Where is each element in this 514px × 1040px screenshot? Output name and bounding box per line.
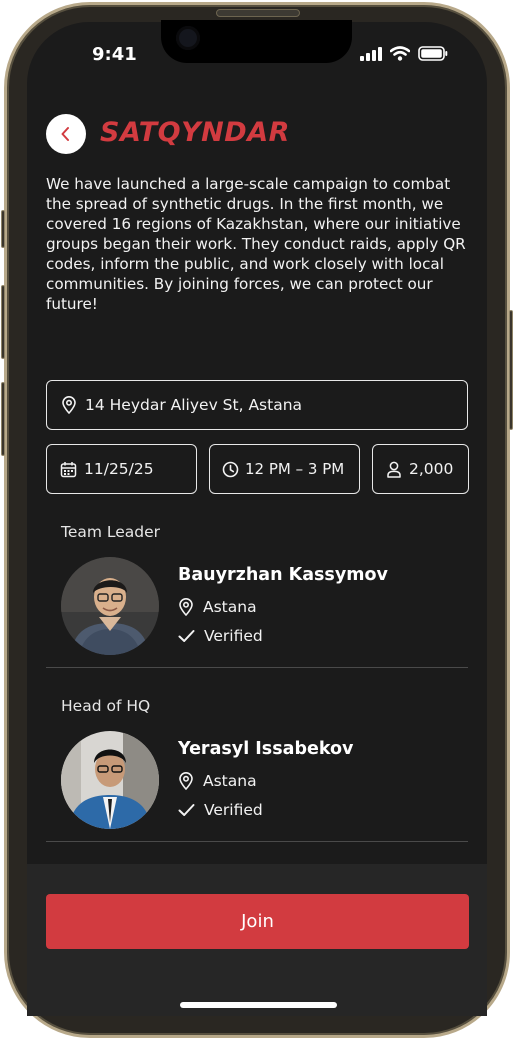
location-pin-icon xyxy=(62,396,76,414)
person-city: Astana xyxy=(203,598,257,616)
participants-text: 2,000 xyxy=(409,460,454,478)
home-indicator[interactable] xyxy=(180,1002,337,1008)
check-icon xyxy=(178,630,195,642)
back-button[interactable] xyxy=(46,114,86,154)
verified-status: Verified xyxy=(204,801,263,819)
check-icon xyxy=(178,804,195,816)
head-of-hq-photo xyxy=(61,731,159,829)
time-text: 12 PM – 3 PM xyxy=(245,460,345,478)
participants-field[interactable]: 2,000 xyxy=(372,444,469,494)
role-label: Head of HQ xyxy=(61,697,151,715)
person-location: Astana xyxy=(178,598,257,616)
user-icon xyxy=(387,461,401,478)
team-leader-photo xyxy=(61,557,159,655)
role-label: Team Leader xyxy=(61,523,161,541)
divider xyxy=(46,841,468,842)
avatar[interactable] xyxy=(61,557,159,655)
mute-switch xyxy=(1,210,5,248)
person-verification: Verified xyxy=(178,801,263,819)
address-field[interactable]: 14 Heydar Aliyev St, Astana xyxy=(46,380,468,430)
volume-down-button xyxy=(1,382,5,456)
location-pin-icon xyxy=(179,772,193,790)
avatar[interactable] xyxy=(61,731,159,829)
person-city: Astana xyxy=(203,772,257,790)
divider xyxy=(46,667,468,668)
front-camera xyxy=(176,26,200,50)
power-button xyxy=(509,310,513,430)
campaign-description: We have launched a large-scale campaign … xyxy=(46,175,466,313)
person-name: Yerasyl Issabekov xyxy=(178,739,354,759)
battery-icon xyxy=(418,46,448,61)
clock-icon xyxy=(222,461,239,477)
signal-icon xyxy=(360,46,382,61)
time-field[interactable]: 12 PM – 3 PM xyxy=(209,444,360,494)
chevron-left-icon xyxy=(61,127,69,141)
join-button[interactable]: Join xyxy=(46,894,469,949)
status-time: 9:41 xyxy=(92,44,137,65)
verified-status: Verified xyxy=(204,627,263,645)
location-pin-icon xyxy=(179,598,193,616)
wifi-icon xyxy=(390,46,410,61)
date-text: 11/25/25 xyxy=(84,460,154,478)
calendar-icon xyxy=(60,461,77,477)
address-text: 14 Heydar Aliyev St, Astana xyxy=(85,396,303,414)
volume-up-button xyxy=(1,285,5,359)
status-icons xyxy=(360,46,448,61)
page-title: SATQYNDAR xyxy=(100,117,290,148)
person-name: Bauyrzhan Kassymov xyxy=(178,565,388,585)
person-location: Astana xyxy=(178,772,257,790)
person-verification: Verified xyxy=(178,627,263,645)
earpiece-speaker xyxy=(216,9,300,17)
date-field[interactable]: 11/25/25 xyxy=(46,444,197,494)
